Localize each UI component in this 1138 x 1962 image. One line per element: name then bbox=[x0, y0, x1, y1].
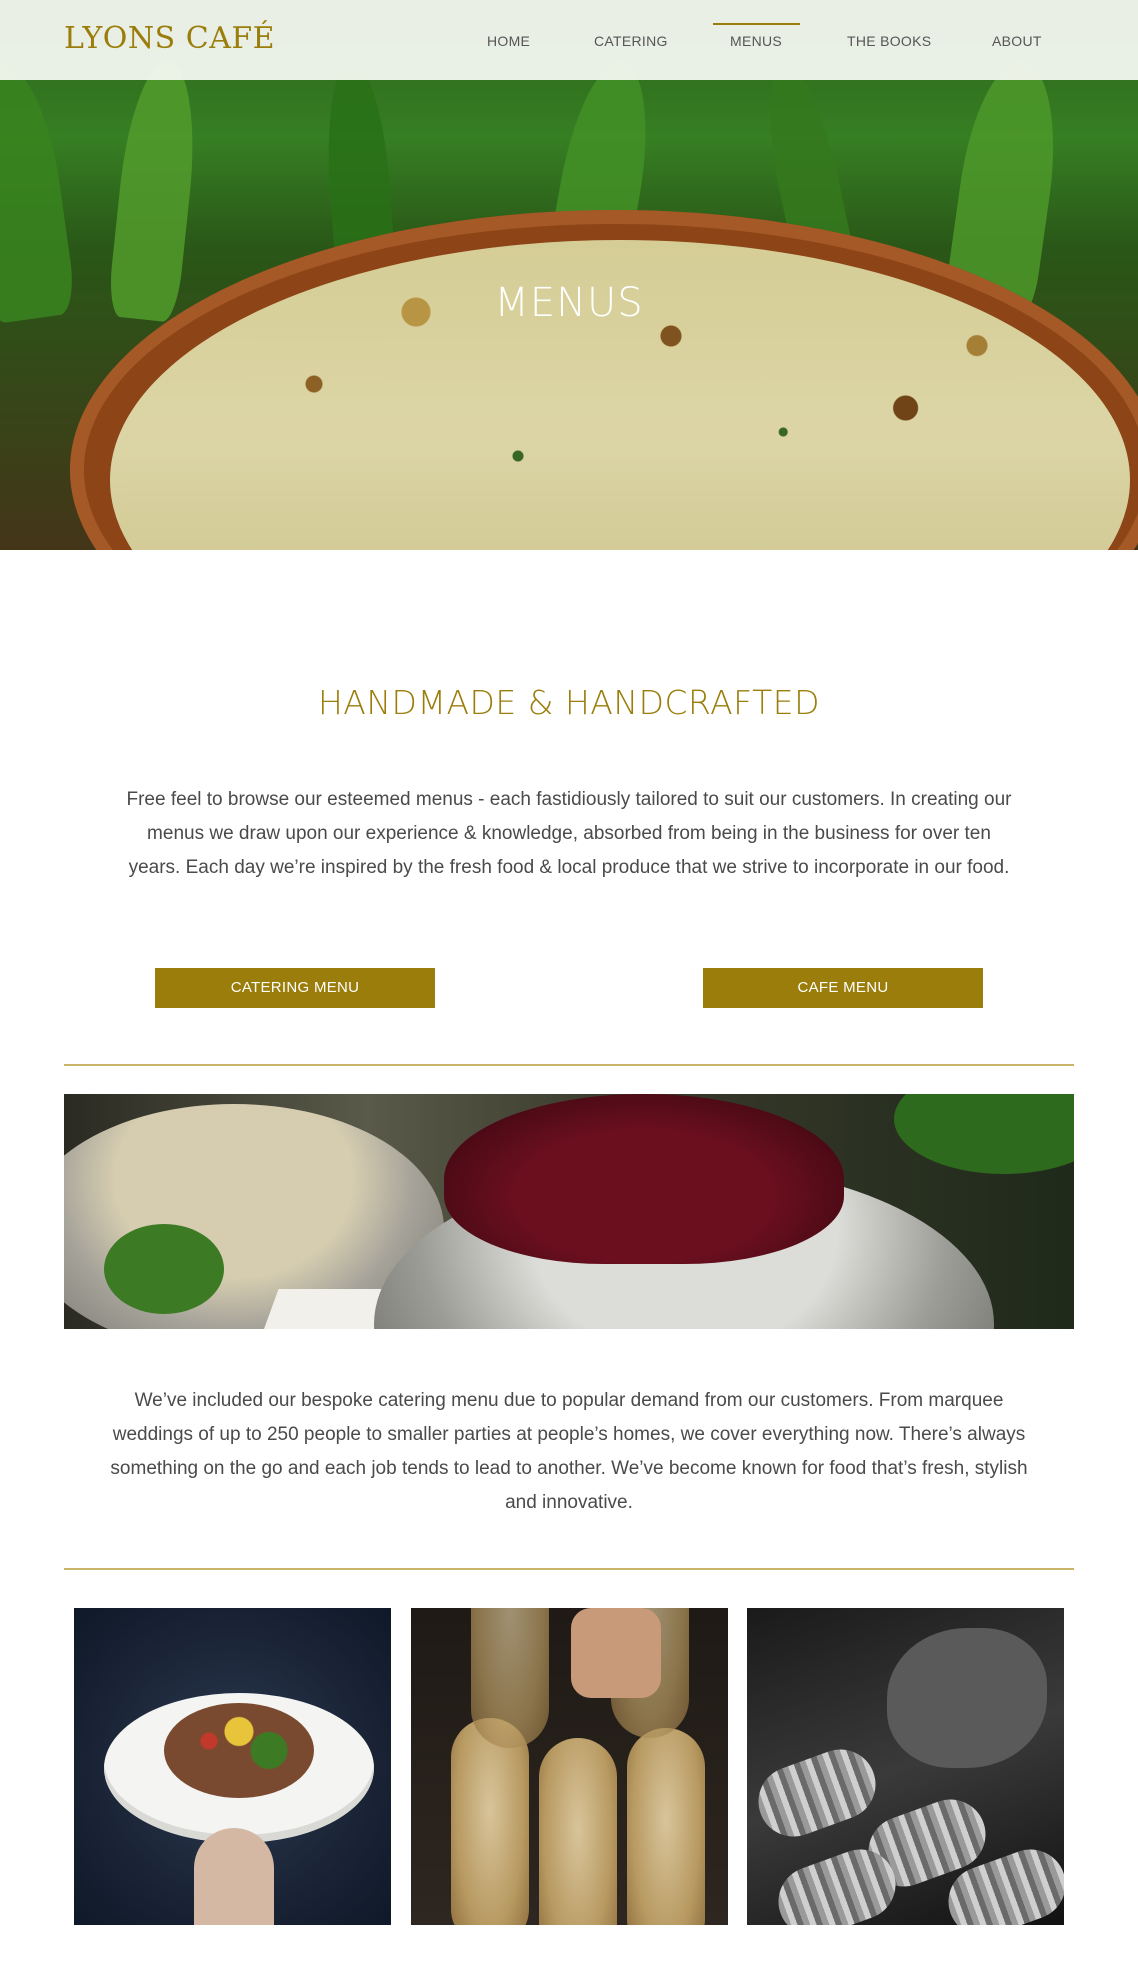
nav-item-about[interactable]: ABOUT bbox=[992, 33, 1042, 49]
catering-menu-button[interactable]: CATERING MENU bbox=[155, 968, 435, 1008]
divider bbox=[64, 1568, 1074, 1570]
nav-item-the-books[interactable]: THE BOOKS bbox=[847, 33, 931, 49]
nav-item-menus[interactable]: MENUS bbox=[730, 33, 782, 49]
cafe-menu-button[interactable]: CAFE MENU bbox=[703, 968, 983, 1008]
gallery-image-plate[interactable] bbox=[74, 1608, 391, 1925]
divider bbox=[64, 1064, 1074, 1066]
active-indicator bbox=[713, 23, 800, 25]
intro-paragraph: Free feel to browse our esteemed menus -… bbox=[126, 789, 1012, 878]
main-nav: HOME CATERING MENUS THE BOOKS ABOUT bbox=[0, 0, 1138, 80]
gallery-image-grill[interactable] bbox=[747, 1608, 1064, 1925]
section-heading: HANDMADE & HANDCRAFTED bbox=[317, 683, 821, 722]
top-navbar: LYONS CAFÉ HOME CATERING MENUS THE BOOKS… bbox=[0, 0, 1138, 80]
nav-item-catering[interactable]: CATERING bbox=[594, 33, 668, 49]
catering-paragraph: We’ve included our bespoke catering menu… bbox=[110, 1390, 1028, 1513]
hero-title: MENUS bbox=[494, 280, 644, 326]
hero-banner: MENUS bbox=[0, 0, 1138, 550]
gallery-image-bread[interactable] bbox=[411, 1608, 728, 1925]
salad-banner-image bbox=[64, 1094, 1074, 1329]
nav-item-home[interactable]: HOME bbox=[487, 33, 530, 49]
